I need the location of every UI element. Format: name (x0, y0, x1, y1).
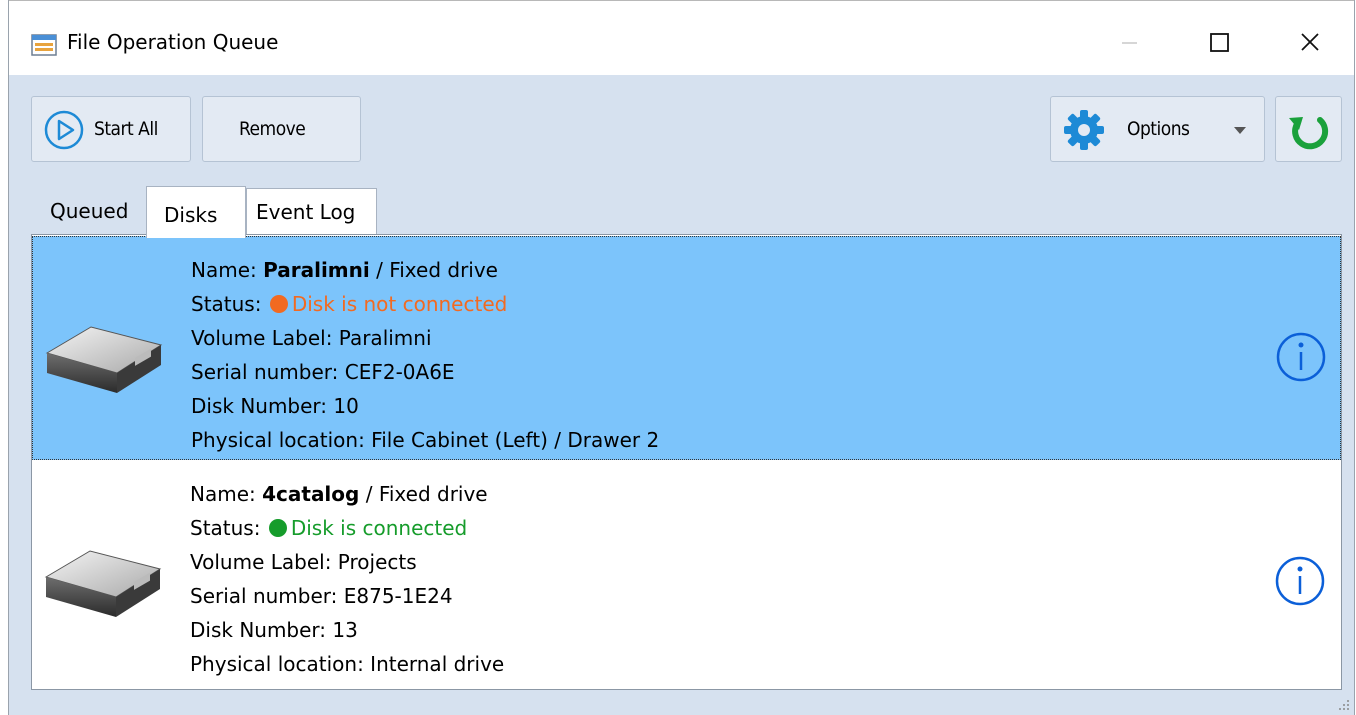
start-all-label: Start All (94, 118, 158, 140)
disk-number: Disk Number: 10 (191, 394, 359, 418)
options-button[interactable]: Options (1050, 96, 1265, 162)
play-circle-icon (44, 110, 84, 150)
close-button[interactable] (1290, 25, 1330, 61)
disk-status-prefix: Status: (191, 292, 268, 316)
remove-button[interactable]: Remove (202, 96, 361, 162)
file-operation-queue-window: File Operation Queue Start All Remove Op… (8, 0, 1355, 715)
chevron-down-icon[interactable] (1233, 126, 1247, 135)
hard-drive-icon (45, 326, 163, 393)
disk-name: Paralimni (263, 258, 370, 282)
disk-number: Disk Number: 13 (190, 618, 358, 642)
disk-status: Disk is not connected (291, 292, 508, 316)
disk-status-line: Status: Disk is not connected (191, 287, 659, 321)
gear-icon (1064, 110, 1104, 150)
disk-status: Disk is connected (290, 516, 468, 540)
status-dot-icon (269, 295, 288, 313)
window-title: File Operation Queue (67, 30, 279, 54)
disk-name: 4catalog (262, 482, 360, 506)
disk-volume-label: Volume Label: Projects (190, 550, 417, 574)
disk-name-prefix: Name: (190, 482, 263, 506)
window-queue-icon (31, 34, 57, 56)
info-icon[interactable] (1274, 555, 1326, 607)
minimize-button[interactable] (1109, 25, 1149, 61)
tab-queued-label: Queued (50, 199, 129, 223)
tab-event-log[interactable]: Event Log (246, 188, 377, 234)
status-dot-icon (268, 519, 287, 537)
disk-serial: Serial number: E875-1E24 (190, 584, 453, 608)
disk-type: / Fixed drive (369, 258, 498, 282)
refresh-button[interactable] (1275, 96, 1342, 162)
disk-status-line: Status: Disk is connected (190, 511, 504, 545)
disk-status-prefix: Status: (190, 516, 267, 540)
disk-info: Name: 4catalog / Fixed drive Status: Dis… (190, 477, 504, 681)
disk-name-line: Name: 4catalog / Fixed drive (190, 477, 504, 511)
disks-list: Name: Paralimni / Fixed drive Status: Di… (31, 234, 1342, 690)
maximize-button[interactable] (1199, 25, 1239, 61)
disk-list-item[interactable]: Name: 4catalog / Fixed drive Status: Dis… (32, 461, 1341, 685)
disk-type: / Fixed drive (359, 482, 488, 506)
disk-list-item[interactable]: Name: Paralimni / Fixed drive Status: Di… (32, 236, 1341, 460)
resize-grip-icon[interactable] (1338, 699, 1350, 711)
disk-serial: Serial number: CEF2-0A6E (191, 360, 455, 384)
disk-info: Name: Paralimni / Fixed drive Status: Di… (191, 253, 659, 457)
hard-drive-icon (44, 550, 162, 617)
tab-disks-label: Disks (164, 203, 218, 227)
info-icon[interactable] (1275, 331, 1327, 383)
tab-disks[interactable]: Disks (146, 186, 246, 238)
disk-name-line: Name: Paralimni / Fixed drive (191, 253, 659, 287)
refresh-icon (1289, 117, 1329, 150)
start-all-button[interactable]: Start All (31, 96, 191, 162)
tab-queued[interactable]: Queued (38, 188, 146, 234)
title-bar: File Operation Queue (9, 0, 1354, 75)
disk-location: Physical location: Internal drive (190, 652, 505, 676)
disk-volume-label: Volume Label: Paralimni (191, 326, 432, 350)
remove-label: Remove (239, 118, 306, 140)
tab-event-log-label: Event Log (256, 200, 356, 224)
disk-name-prefix: Name: (191, 258, 264, 282)
disk-location: Physical location: File Cabinet (Left) /… (191, 428, 660, 452)
options-label: Options (1127, 118, 1190, 140)
